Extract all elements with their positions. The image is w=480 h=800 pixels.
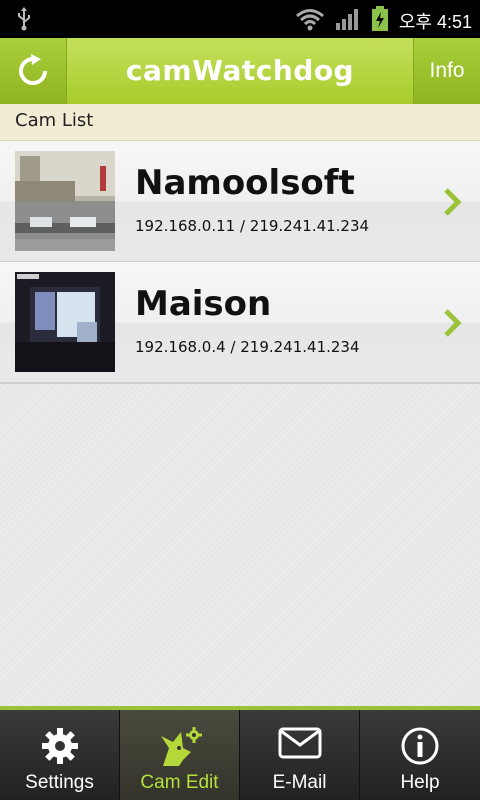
usb-icon (16, 6, 32, 36)
dog-gear-icon (120, 726, 239, 770)
tab-cam-edit[interactable]: Cam Edit (120, 710, 240, 800)
tab-email[interactable]: E-Mail (240, 710, 360, 800)
chevron-right-icon (442, 187, 462, 221)
cam-row-maison[interactable]: Maison 192.168.0.4 / 219.241.41.234 (0, 262, 480, 384)
chevron-right-icon (442, 308, 462, 342)
bottom-tab-bar: Settings Cam Edit E-Mail Help (0, 706, 480, 800)
tab-label: Help (400, 772, 440, 793)
cam-name: Namoolsoft (135, 163, 355, 203)
cam-thumbnail (15, 151, 115, 251)
info-icon (360, 726, 480, 766)
cam-name: Maison (135, 284, 272, 324)
tab-label: Settings (25, 772, 94, 793)
envelope-icon (240, 726, 359, 760)
info-button[interactable]: Info (413, 38, 480, 104)
signal-icon (335, 7, 361, 35)
tab-help[interactable]: Help (360, 710, 480, 800)
cam-list: Namoolsoft 192.168.0.11 / 219.241.41.234… (0, 141, 480, 706)
cam-address: 192.168.0.11 / 219.241.41.234 (135, 217, 370, 235)
refresh-icon (19, 54, 48, 86)
gear-icon (0, 726, 119, 766)
app-title: camWatchdog (125, 54, 355, 87)
status-bar: 오후 4:51 (0, 0, 480, 38)
app-header: camWatchdog Info (0, 38, 480, 104)
refresh-button[interactable] (0, 38, 67, 104)
battery-charging-icon (371, 6, 389, 36)
tab-label: E-Mail (272, 772, 327, 793)
tab-label: Cam Edit (140, 772, 219, 793)
cam-row-namoolsoft[interactable]: Namoolsoft 192.168.0.11 / 219.241.41.234 (0, 141, 480, 263)
section-header: Cam List (0, 104, 480, 141)
cam-thumbnail (15, 272, 115, 372)
section-title: Cam List (15, 110, 94, 131)
tab-settings[interactable]: Settings (0, 710, 120, 800)
clock: 오후 4:51 (398, 12, 472, 32)
wifi-icon (295, 7, 325, 35)
cam-address: 192.168.0.4 / 219.241.41.234 (135, 338, 360, 356)
